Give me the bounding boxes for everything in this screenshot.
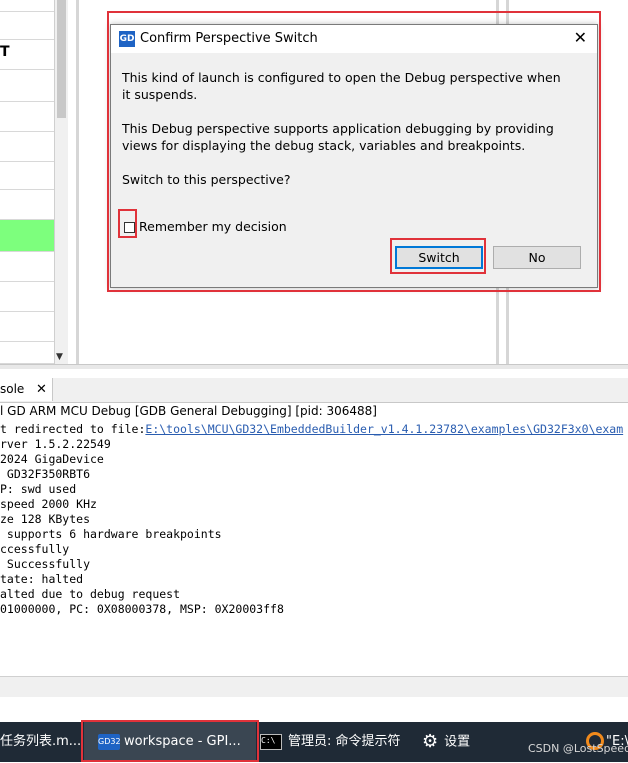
console-line: rver 1.5.2.22549 <box>0 437 111 451</box>
annotation-highlight <box>107 11 601 292</box>
tab-console[interactable]: sole ✕ <box>0 378 53 401</box>
table-row[interactable] <box>0 0 54 12</box>
annotation-highlight <box>81 720 259 762</box>
taskbar-item-task-list[interactable]: 任务列表.m... <box>0 722 81 762</box>
console-line: tate: halted <box>0 572 84 586</box>
console-line: GD32F350RBT6 <box>0 467 91 481</box>
annotation-highlight <box>118 209 137 238</box>
console-line: ze 128 KBytes <box>0 512 91 526</box>
console-horizontal-scrollbar[interactable] <box>0 676 628 697</box>
taskbar-item-command-prompt[interactable]: C:\ 管理员: 命令提示符 <box>260 722 401 762</box>
annotation-highlight <box>390 238 486 274</box>
table-row[interactable] <box>0 70 54 102</box>
taskbar-item-settings[interactable]: ⚙ 设置 <box>422 722 470 762</box>
console-title: l GD ARM MCU Debug [GDB General Debuggin… <box>0 404 377 418</box>
scrollbar-thumb[interactable] <box>57 0 66 118</box>
console-line: speed 2000 KHz <box>0 497 97 511</box>
table-row[interactable] <box>0 252 54 282</box>
console-line: t redirected to file: <box>0 422 146 436</box>
table-row[interactable] <box>0 162 54 190</box>
console-tabbar: sole ✕ <box>0 378 628 403</box>
variables-table: T <box>0 0 54 364</box>
console-line: ccessfully <box>0 542 70 556</box>
tab-label: sole <box>0 382 25 396</box>
table-row[interactable] <box>0 282 54 312</box>
scroll-down-arrow-icon[interactable]: ▼ <box>56 352 63 362</box>
table-row[interactable] <box>0 12 54 40</box>
sash[interactable] <box>0 364 628 369</box>
table-row[interactable] <box>0 102 54 132</box>
table-row[interactable] <box>0 190 54 220</box>
watermark: CSDN @LostSpeed <box>528 742 628 755</box>
terminal-icon: C:\ <box>260 733 282 750</box>
console-line: supports 6 hardware breakpoints <box>0 527 222 541</box>
table-row[interactable] <box>0 342 54 364</box>
table-row-highlighted[interactable] <box>0 220 54 252</box>
table-row[interactable] <box>0 132 54 162</box>
console-line: 2024 GigaDevice <box>0 452 104 466</box>
taskbar-item-label: 管理员: 命令提示符 <box>288 734 401 749</box>
console-file-link[interactable]: E:\tools\MCU\GD32\EmbeddedBuilder_v1.4.1… <box>145 422 623 436</box>
console-line: P: swd used <box>0 482 77 496</box>
close-icon[interactable]: ✕ <box>36 378 47 401</box>
console-output: t redirected to file:E:\tools\MCU\GD32\E… <box>0 422 623 617</box>
gear-icon: ⚙ <box>422 731 439 752</box>
table-row[interactable] <box>0 312 54 342</box>
console-line: Successfully <box>0 557 91 571</box>
console-line: 01000000, PC: 0X08000378, MSP: 0X20003ff… <box>0 602 284 616</box>
console-line: alted due to debug request <box>0 587 181 601</box>
panel-separator <box>76 0 79 364</box>
table-row[interactable] <box>0 40 54 70</box>
taskbar-item-label: 任务列表.m... <box>0 734 82 749</box>
taskbar-item-label: 设置 <box>444 734 471 750</box>
table-scrollbar[interactable]: ▼ <box>54 0 68 364</box>
